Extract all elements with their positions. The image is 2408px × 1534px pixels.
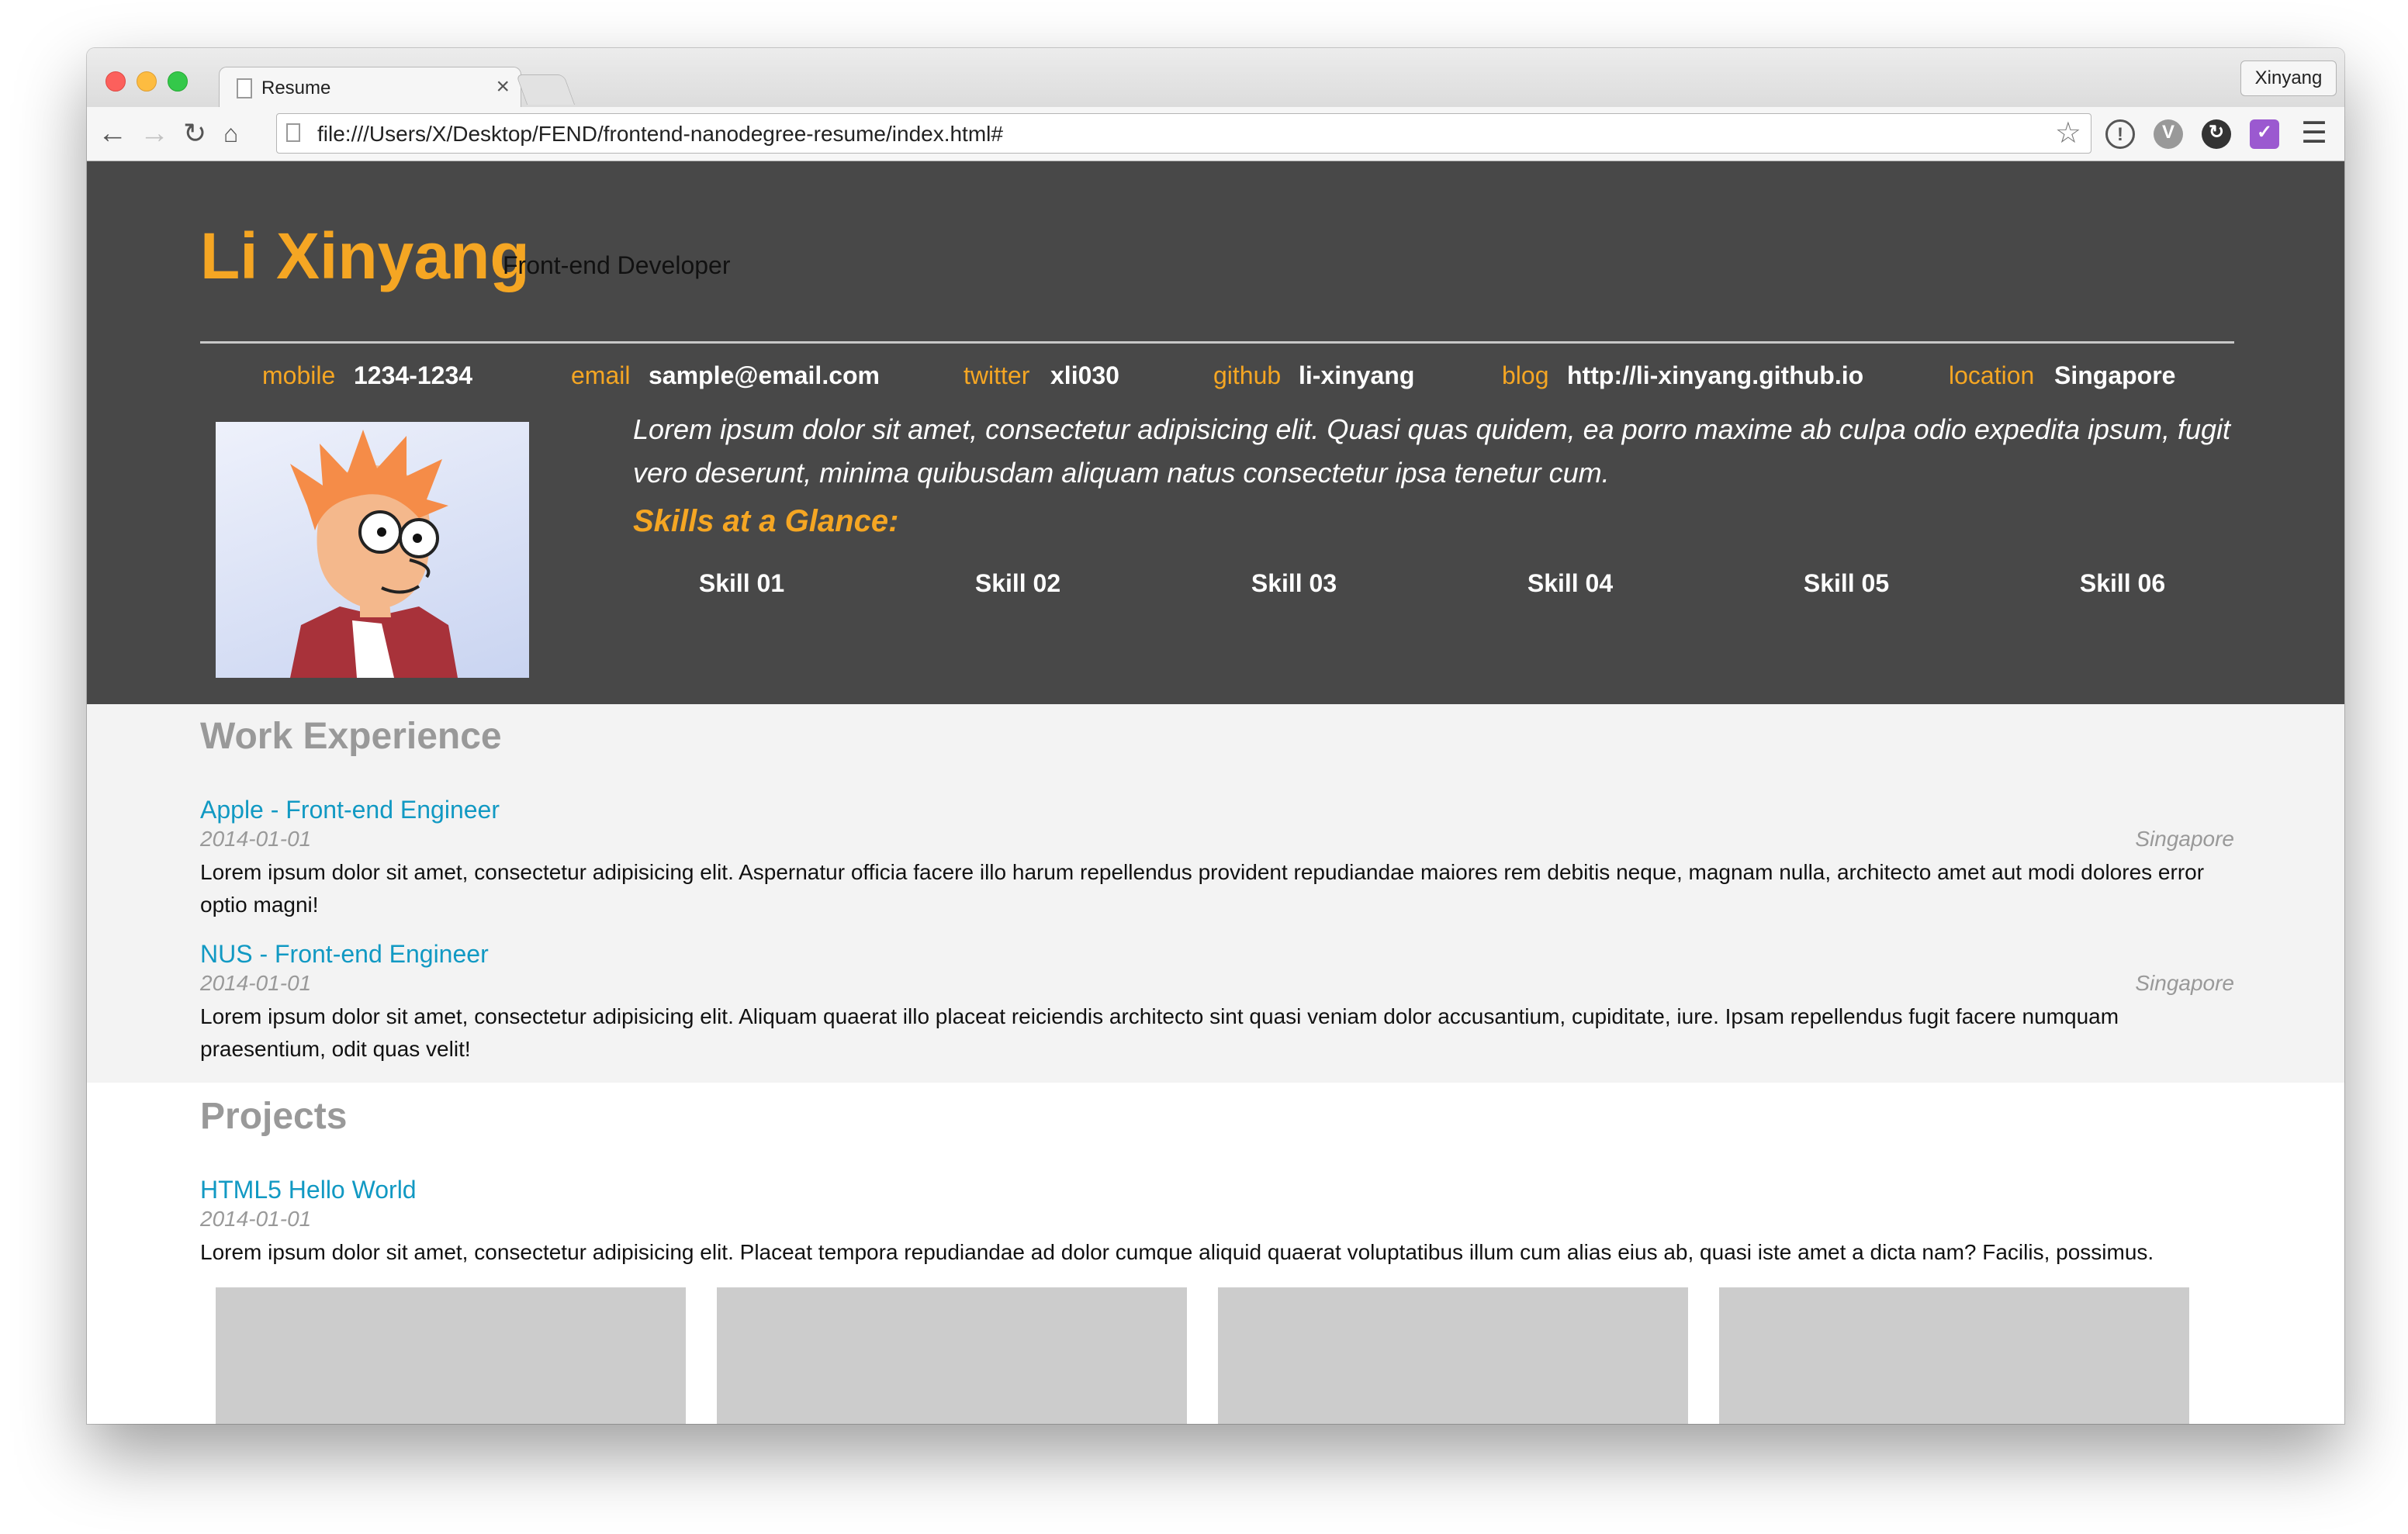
page-content: Li Xinyang Front-end Developer mobile 12… (87, 161, 2344, 1424)
contact-blog-value: http://li-xinyang.github.io (1567, 361, 1864, 389)
project-date: 2014-01-01 (200, 1207, 312, 1231)
hamburger-menu-icon[interactable]: ☰ (2301, 116, 2327, 150)
job-date: 2014-01-01 (200, 827, 312, 851)
reload-icon[interactable]: ↻ (183, 115, 206, 152)
zoom-window-button[interactable] (168, 71, 188, 92)
welcome-message: Lorem ipsum dolor sit amet, consectetur … (633, 413, 2231, 489)
bookmark-star-icon[interactable]: ☆ (2055, 117, 2081, 150)
projects-section-title: Projects (200, 1096, 348, 1137)
contact-location-label: location (1949, 361, 2035, 389)
resume-header: Li Xinyang Front-end Developer mobile 12… (87, 161, 2344, 704)
skills-heading: Skills at a Glance: (633, 504, 899, 538)
extension-swirl-icon[interactable]: ↻ (2202, 119, 2231, 149)
extension-v-icon[interactable]: V (2154, 119, 2183, 149)
project-title-link[interactable]: HTML5 Hello World (200, 1176, 417, 1204)
resume-name: Li Xinyang (200, 219, 530, 292)
browser-window: Resume × Xinyang ← → ↻ ⌂ file:///Users/X… (87, 48, 2344, 1424)
cartoon-portrait-icon (290, 430, 458, 678)
project-image (216, 1287, 686, 1424)
skill-item: Skill 04 (1527, 569, 1614, 597)
tab-title: Resume (261, 78, 331, 98)
tab-bar: Resume × Xinyang (87, 48, 2344, 107)
job-title-link[interactable]: Apple - Front-end Engineer (200, 796, 500, 824)
header-divider (200, 341, 2234, 344)
page-favicon-icon (237, 78, 252, 98)
contact-twitter-value: xli030 (1050, 361, 1119, 389)
project-description: Lorem ipsum dolor sit amet, consectetur … (200, 1240, 2154, 1264)
job-description: Lorem ipsum dolor sit amet, consectetur … (200, 860, 2205, 917)
minimize-window-button[interactable] (137, 71, 157, 92)
job-description: Lorem ipsum dolor sit amet, consectetur … (200, 1004, 2119, 1061)
contact-email-value: sample@email.com (649, 361, 880, 389)
job-location: Singapore (2135, 827, 2234, 851)
home-icon[interactable]: ⌂ (223, 115, 238, 152)
contact-mobile-value: 1234-1234 (354, 361, 473, 389)
contact-location-value: Singapore (2054, 361, 2176, 389)
back-arrow-icon[interactable]: ← (98, 115, 127, 152)
page-icon (286, 123, 300, 142)
tab-resume[interactable]: Resume × (219, 67, 521, 107)
skill-item: Skill 01 (698, 569, 785, 597)
work-experience-section: Work Experience Apple - Front-end Engine… (87, 704, 2344, 1083)
project-image (1719, 1287, 2189, 1424)
contact-mobile-label: mobile (262, 361, 336, 389)
extension-info-icon[interactable]: ! (2105, 119, 2135, 149)
profile-button[interactable]: Xinyang (2240, 60, 2337, 96)
job-title-link[interactable]: NUS - Front-end Engineer (200, 940, 489, 969)
job-date: 2014-01-01 (200, 971, 312, 995)
new-tab-button[interactable] (515, 74, 576, 105)
projects-section: Projects HTML5 Hello World 2014-01-01 Lo… (87, 1083, 2344, 1424)
resume-role: Front-end Developer (503, 251, 731, 279)
work-section-title: Work Experience (200, 716, 502, 757)
address-bar[interactable]: file:///Users/X/Desktop/FEND/frontend-na… (276, 113, 2091, 154)
project-image (1218, 1287, 1688, 1424)
contact-github-label: github (1213, 361, 1282, 389)
skill-item: Skill 03 (1251, 569, 1337, 597)
bio-picture (216, 422, 529, 678)
contact-blog-label: blog (1502, 361, 1549, 389)
skill-item: Skill 02 (974, 569, 1061, 597)
contact-github-value: li-xinyang (1299, 361, 1415, 389)
forward-arrow-icon[interactable]: → (140, 115, 169, 152)
skill-item: Skill 05 (1803, 569, 1890, 597)
tab-close-icon[interactable]: × (496, 74, 510, 100)
skill-item: Skill 06 (2079, 569, 2166, 597)
browser-toolbar: ← → ↻ ⌂ file:///Users/X/Desktop/FEND/fro… (87, 107, 2344, 161)
job-location: Singapore (2135, 971, 2234, 995)
project-image (717, 1287, 1187, 1424)
url-text[interactable]: file:///Users/X/Desktop/FEND/frontend-na… (317, 122, 1003, 147)
extension-check-icon[interactable]: ✓ (2250, 119, 2279, 149)
contact-email-label: email (571, 361, 631, 389)
close-window-button[interactable] (106, 71, 126, 92)
contact-twitter-label: twitter (964, 361, 1030, 389)
